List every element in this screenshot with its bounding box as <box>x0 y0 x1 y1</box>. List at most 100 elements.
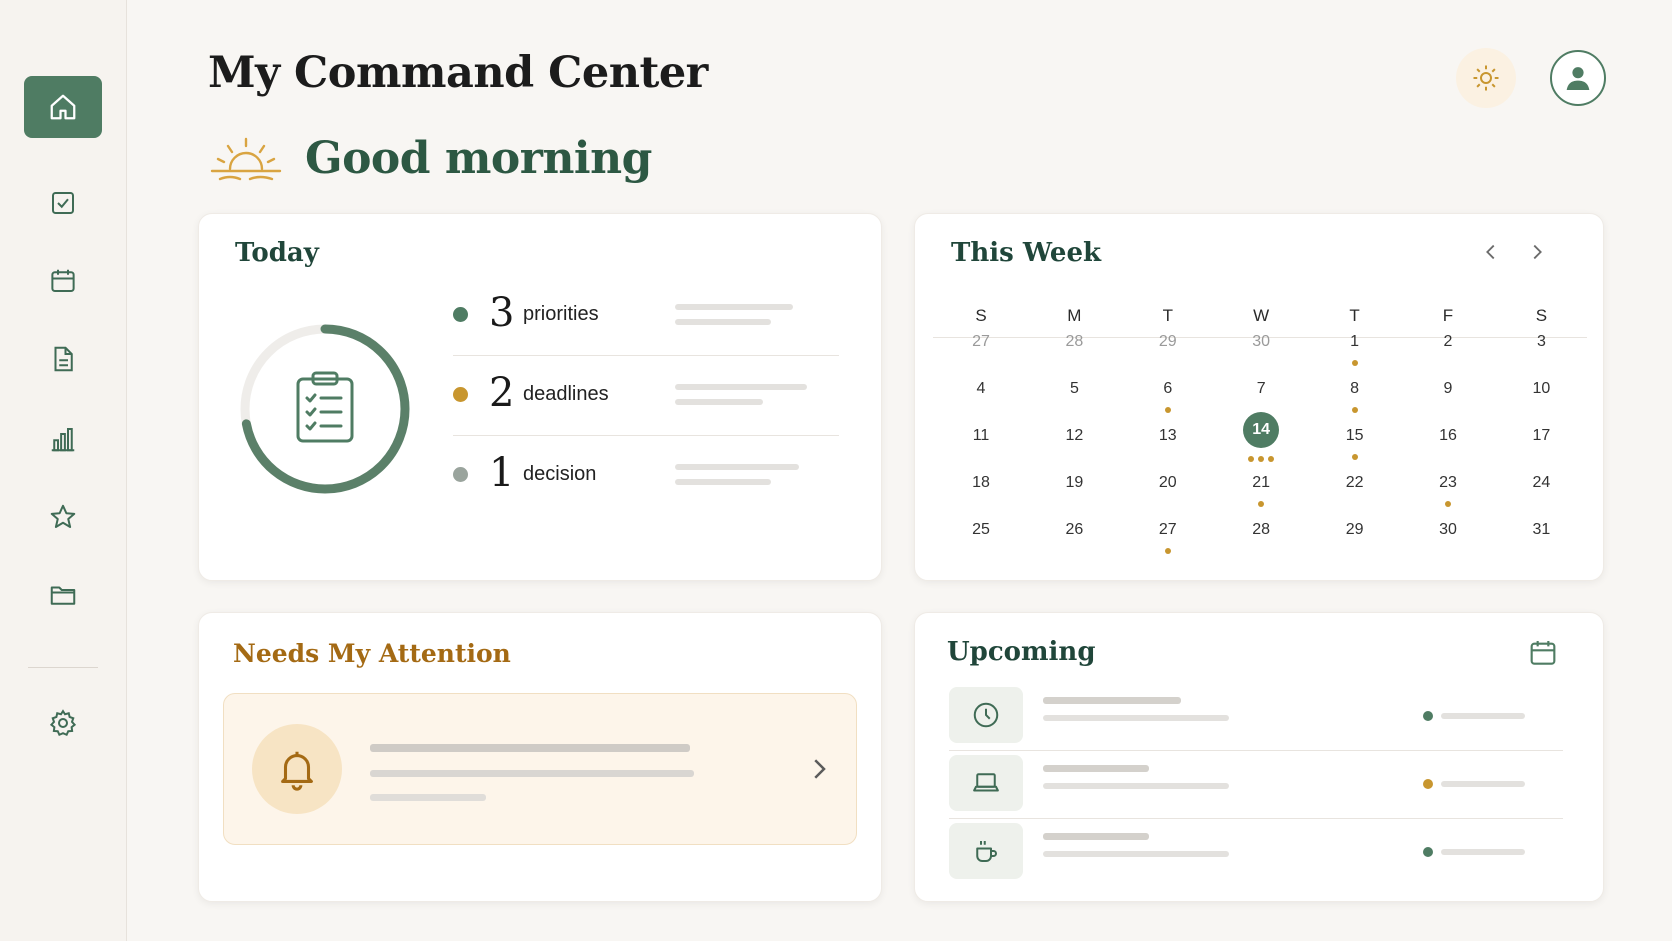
day-number: 29 <box>1345 521 1364 538</box>
calendar-day[interactable]: 27 <box>1120 518 1216 564</box>
calendar-day[interactable]: 13 <box>1120 424 1216 470</box>
calendar-day[interactable]: 31 <box>1493 518 1589 564</box>
calendar-icon[interactable] <box>1527 637 1559 669</box>
event-dot <box>1351 454 1358 460</box>
theme-toggle-button[interactable] <box>1456 48 1516 108</box>
calendar-day[interactable]: 15 <box>1307 424 1403 470</box>
placeholder-line <box>1043 765 1149 772</box>
nav-analytics[interactable] <box>24 408 102 470</box>
nav-calendar[interactable] <box>24 250 102 312</box>
day-number: 9 <box>1443 380 1453 397</box>
calendar-day[interactable]: 21 <box>1213 471 1309 517</box>
attention-alert[interactable] <box>223 693 857 845</box>
stat-priorities[interactable]: 3 priorities <box>453 276 839 356</box>
calendar-day[interactable]: 18 <box>933 471 1029 517</box>
calendar-day[interactable]: 27 <box>933 330 1029 376</box>
folder-icon <box>50 586 76 605</box>
greeting: Good morning <box>305 133 652 184</box>
day-number: 6 <box>1163 380 1173 397</box>
star-icon <box>50 504 76 528</box>
calendar-day[interactable]: 1 <box>1307 330 1403 376</box>
nav-favorites[interactable] <box>24 486 102 548</box>
upcoming-item[interactable] <box>949 751 1563 819</box>
gear-icon <box>49 709 77 737</box>
status-dot <box>1423 711 1433 721</box>
next-week-button[interactable] <box>1519 234 1555 270</box>
nav-home[interactable] <box>24 76 102 138</box>
calendar-day[interactable]: 10 <box>1493 377 1589 423</box>
stat-label: decision <box>523 463 597 485</box>
day-number: 4 <box>976 380 986 397</box>
calendar-day[interactable]: 3 <box>1493 330 1589 376</box>
calendar-day[interactable]: 9 <box>1400 377 1496 423</box>
event-dot <box>1268 456 1275 462</box>
day-number: 23 <box>1439 474 1457 491</box>
stat-value: 1 <box>489 450 515 496</box>
calendar-day[interactable]: 17 <box>1493 424 1589 470</box>
calendar-day[interactable]: 30 <box>1213 330 1309 376</box>
stat-deadlines[interactable]: 2 deadlines <box>453 356 839 436</box>
calendar-day[interactable]: 19 <box>1026 471 1122 517</box>
placeholder-line <box>675 384 807 390</box>
sidebar-divider <box>28 667 98 668</box>
weekday-header: S <box>975 306 987 325</box>
upcoming-item[interactable] <box>949 683 1563 751</box>
calendar-day[interactable]: 11 <box>933 424 1029 470</box>
calendar-day[interactable]: 26 <box>1026 518 1122 564</box>
calendar-day[interactable]: 28 <box>1026 330 1122 376</box>
chevron-right-icon <box>814 759 826 779</box>
nav-documents[interactable] <box>24 328 102 390</box>
calendar-day[interactable]: 8 <box>1307 377 1403 423</box>
upcoming-card: Upcoming <box>914 612 1604 902</box>
calendar-day[interactable]: 28 <box>1213 518 1309 564</box>
home-icon <box>50 94 76 120</box>
status-dot <box>453 467 468 482</box>
stat-label: priorities <box>523 303 599 325</box>
status-dot <box>453 387 468 402</box>
day-number: 27 <box>1158 521 1177 538</box>
calendar-day[interactable]: 12 <box>1026 424 1122 470</box>
calendar-day-today[interactable]: 14 <box>1213 412 1309 470</box>
event-dot <box>1164 407 1171 413</box>
upcoming-item-icon-box <box>949 823 1023 879</box>
calendar-day[interactable]: 22 <box>1307 471 1403 517</box>
event-dot <box>1445 501 1451 507</box>
calendar-day[interactable]: 23 <box>1400 471 1496 517</box>
upcoming-item[interactable] <box>949 819 1563 887</box>
needs-attention-card: Needs My Attention <box>198 612 882 902</box>
calendar-day[interactable]: 30 <box>1400 518 1496 564</box>
profile-button[interactable] <box>1550 50 1606 106</box>
nav-settings[interactable] <box>24 692 102 754</box>
day-number: 2 <box>1443 333 1453 350</box>
placeholder-line <box>1441 713 1525 719</box>
placeholder-line <box>1043 715 1229 721</box>
calendar-day[interactable]: 24 <box>1493 471 1589 517</box>
day-number: 8 <box>1350 380 1360 397</box>
day-number: 15 <box>1345 427 1364 444</box>
prev-week-button[interactable] <box>1473 234 1509 270</box>
calendar-day[interactable]: 5 <box>1026 377 1122 423</box>
weekday-header: T <box>1349 306 1360 325</box>
day-number: 29 <box>1158 333 1177 350</box>
stat-value: 3 <box>489 290 515 336</box>
day-number: 31 <box>1532 521 1551 538</box>
nav-folders[interactable] <box>24 564 102 626</box>
weekday-header: S <box>1535 306 1548 325</box>
day-number: 28 <box>1252 521 1271 538</box>
stat-decision[interactable]: 1 decision <box>453 436 839 516</box>
day-number: 10 <box>1532 380 1551 397</box>
calendar-day[interactable]: 29 <box>1120 330 1216 376</box>
calendar-day[interactable]: 29 <box>1307 518 1403 564</box>
calendar-day[interactable]: 25 <box>933 518 1029 564</box>
nav-tasks[interactable] <box>24 172 102 234</box>
calendar-day[interactable]: 20 <box>1120 471 1216 517</box>
calendar-day[interactable]: 4 <box>933 377 1029 423</box>
bell-badge <box>252 724 342 814</box>
calendar-day[interactable]: 6 <box>1120 377 1216 423</box>
day-number: 7 <box>1256 380 1266 397</box>
today-card: Today 3 priorities 2 deadlines 1 decision <box>198 213 882 581</box>
calendar-day[interactable]: 16 <box>1400 424 1496 470</box>
day-number: 22 <box>1345 474 1364 491</box>
calendar-day[interactable]: 2 <box>1400 330 1496 376</box>
weekday-header: W <box>1253 306 1270 325</box>
